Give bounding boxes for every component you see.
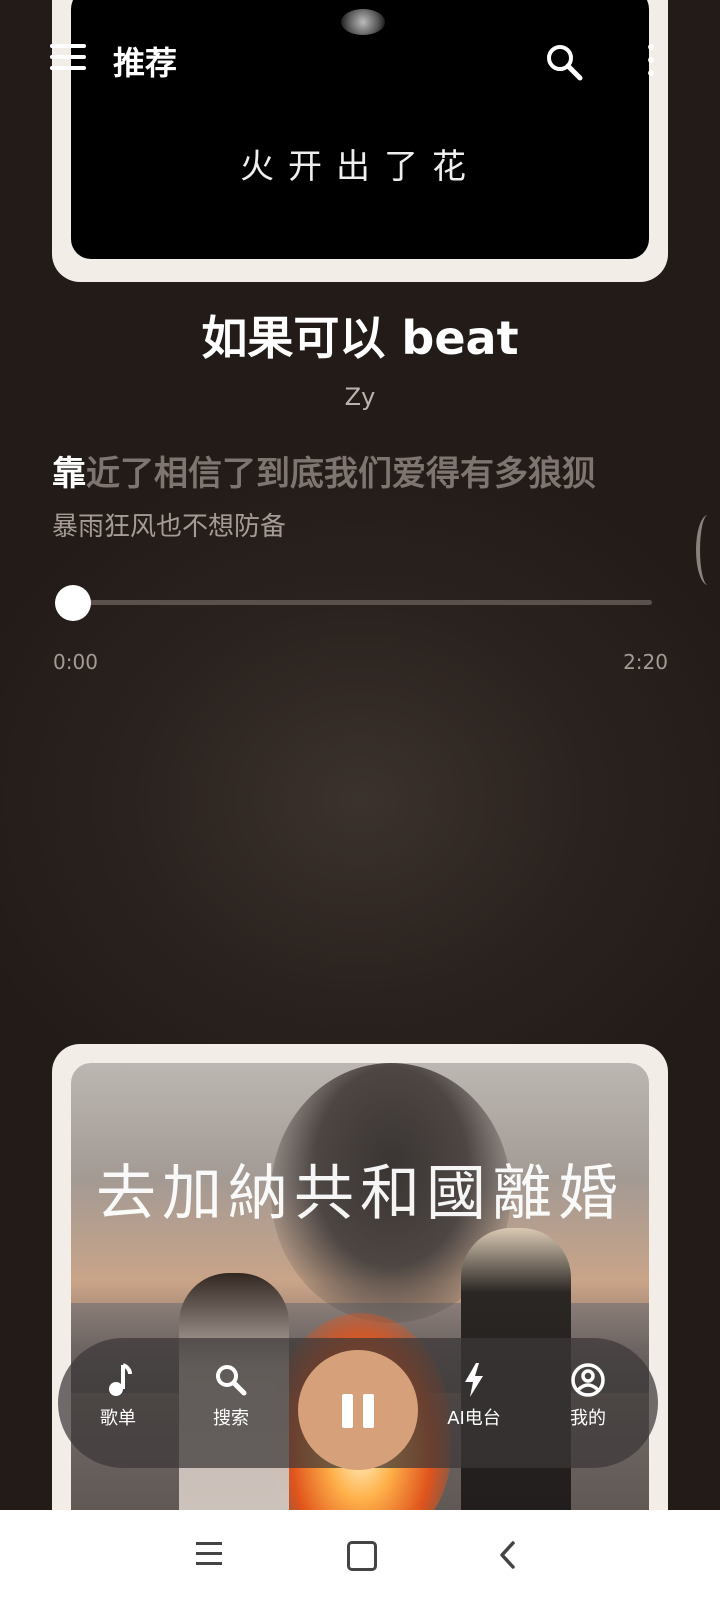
pause-icon	[342, 1394, 353, 1428]
home-icon[interactable]	[347, 1541, 377, 1571]
album-art-bottom: 去加納共和國離婚	[71, 1063, 649, 1564]
nav-label-ai-radio: AI电台	[447, 1408, 501, 1429]
song-title: 如果可以 beat	[201, 311, 519, 365]
account-circle-icon	[548, 1360, 628, 1400]
lyric-current[interactable]: 靠近了相信了到底我们爱得有多狼狈	[52, 446, 596, 495]
search-icon[interactable]	[544, 42, 584, 82]
more-vert-icon[interactable]	[646, 44, 656, 80]
lyric-next[interactable]: 暴雨狂风也不想防备	[52, 506, 286, 543]
menu-icon[interactable]	[50, 44, 86, 74]
lightning-icon	[434, 1360, 514, 1400]
art-blob	[341, 9, 385, 35]
album-card-bottom[interactable]: 去加納共和國離婚	[52, 1044, 668, 1564]
album-art-top-text: 火开出了花	[240, 147, 480, 187]
nav-label-me: 我的	[570, 1408, 606, 1429]
lyric-current-rest: 近了相信了到底我们爱得有多狼狈	[86, 454, 596, 494]
artist-name[interactable]: Zy	[0, 383, 720, 411]
nav-label-search: 搜索	[213, 1408, 249, 1429]
progress-thumb[interactable]	[55, 585, 91, 621]
search-icon	[191, 1360, 271, 1400]
bottom-nav: 歌单 搜索 AI电台 我的	[58, 1338, 658, 1470]
play-pause-button[interactable]	[298, 1350, 418, 1470]
recents-icon[interactable]	[196, 1542, 222, 1565]
progress-track[interactable]	[72, 600, 652, 605]
nav-item-playlist[interactable]: 歌单	[78, 1360, 158, 1430]
back-icon[interactable]	[495, 1540, 521, 1570]
total-time: 2:20	[623, 650, 668, 674]
album-art-bottom-text: 去加納共和國離婚	[96, 1159, 624, 1229]
nav-item-ai-radio[interactable]: AI电台	[434, 1360, 514, 1430]
lyric-current-highlight: 靠	[52, 454, 86, 494]
music-note-icon	[78, 1360, 158, 1400]
nav-item-search[interactable]: 搜索	[191, 1360, 271, 1430]
nav-label-playlist: 歌单	[100, 1408, 136, 1429]
side-edge-handle[interactable]	[696, 515, 720, 585]
nav-item-me[interactable]: 我的	[548, 1360, 628, 1430]
current-time: 0:00	[53, 650, 98, 674]
pause-icon-bar	[363, 1394, 374, 1428]
page-title: 推荐	[113, 44, 178, 82]
